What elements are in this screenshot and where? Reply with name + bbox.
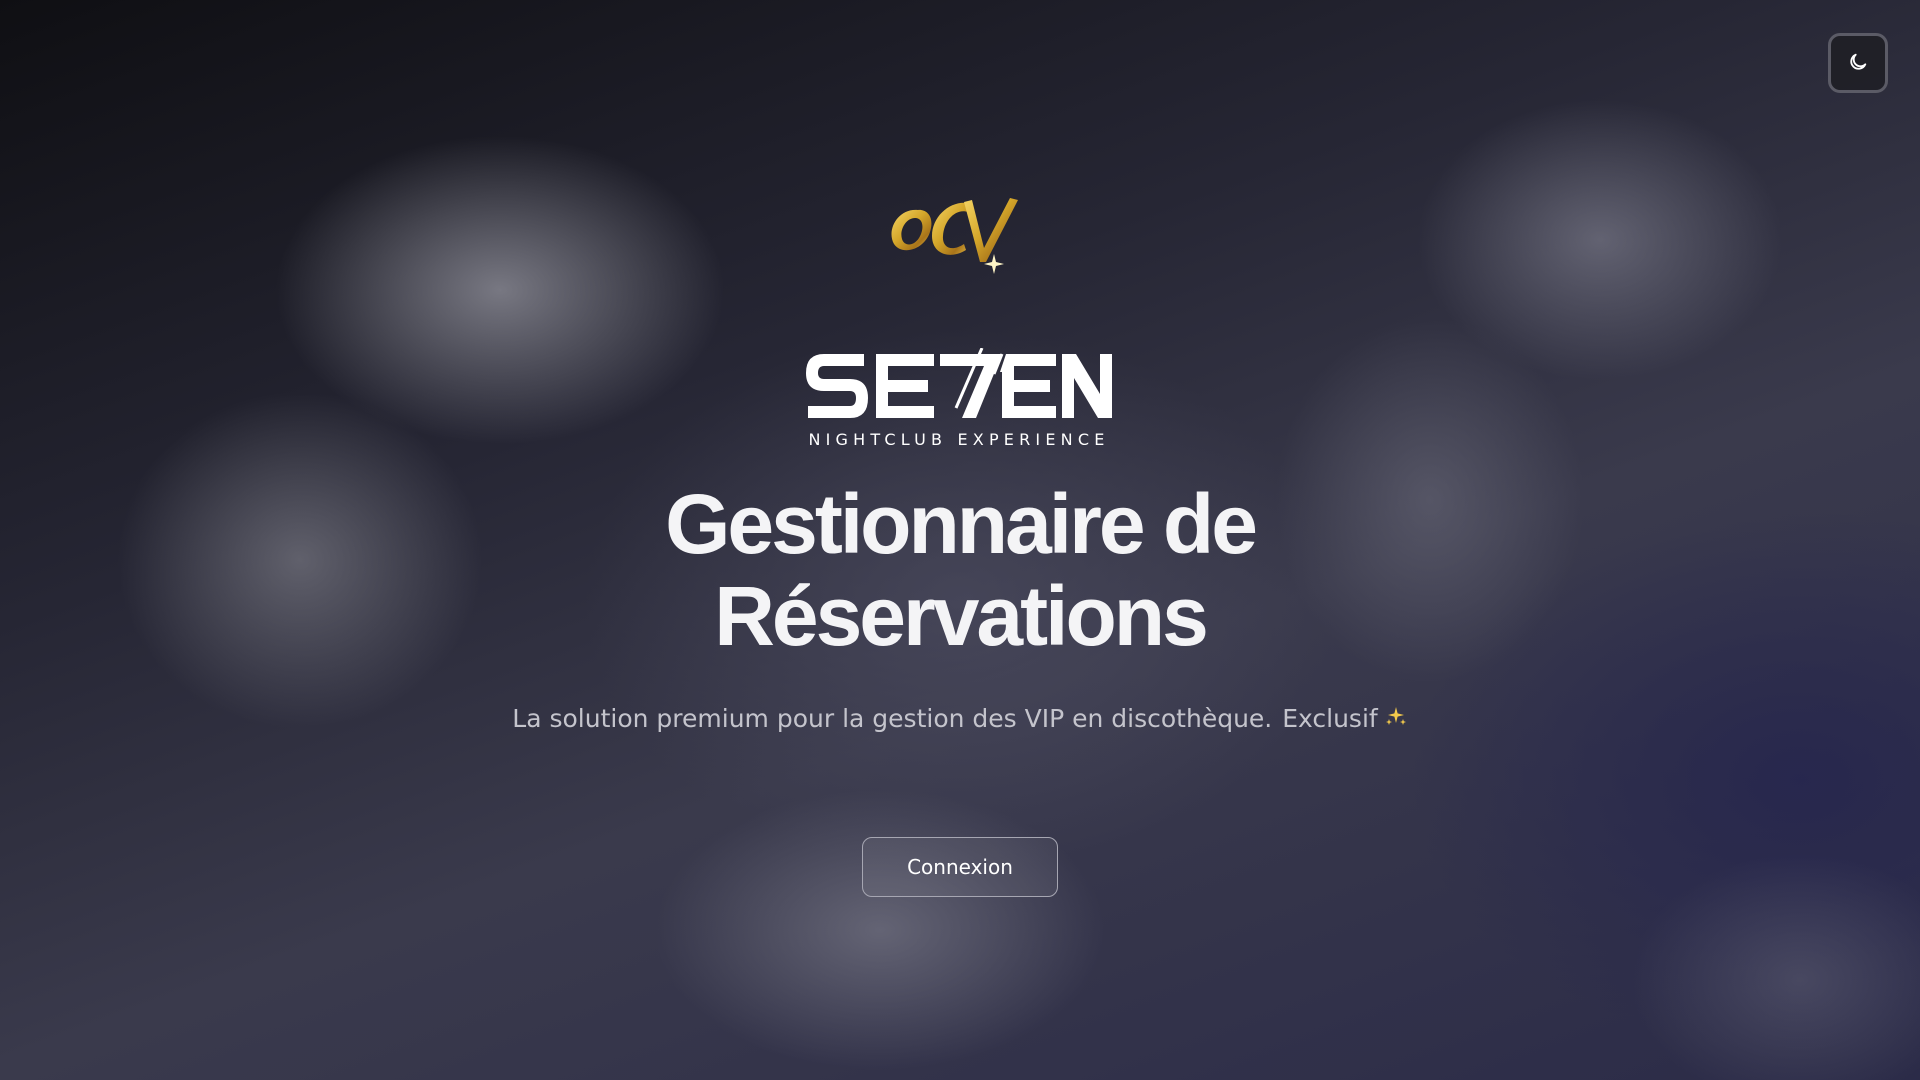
seven-wordmark xyxy=(806,348,1112,418)
exclusive-label: Exclusif xyxy=(1282,704,1378,733)
seven-tagline: NIGHTCLUB EXPERIENCE xyxy=(808,430,1110,449)
subtitle-text: La solution premium pour la gestion des … xyxy=(512,704,1273,733)
login-button[interactable]: Connexion xyxy=(862,837,1058,897)
page-title-line-2: Réservations xyxy=(714,569,1209,663)
hero-section: NIGHTCLUB EXPERIENCE Gestionnaire de Rés… xyxy=(0,0,1920,1080)
seven-logo: NIGHTCLUB EXPERIENCE xyxy=(806,348,1112,452)
sparkles-icon xyxy=(1384,705,1408,735)
ocv-logo xyxy=(880,178,1040,278)
page-subtitle: La solution premium pour la gestion des … xyxy=(360,704,1560,735)
page-title: Gestionnaire de Réservations xyxy=(460,478,1460,662)
page-title-line-1: Gestionnaire de xyxy=(665,477,1258,571)
